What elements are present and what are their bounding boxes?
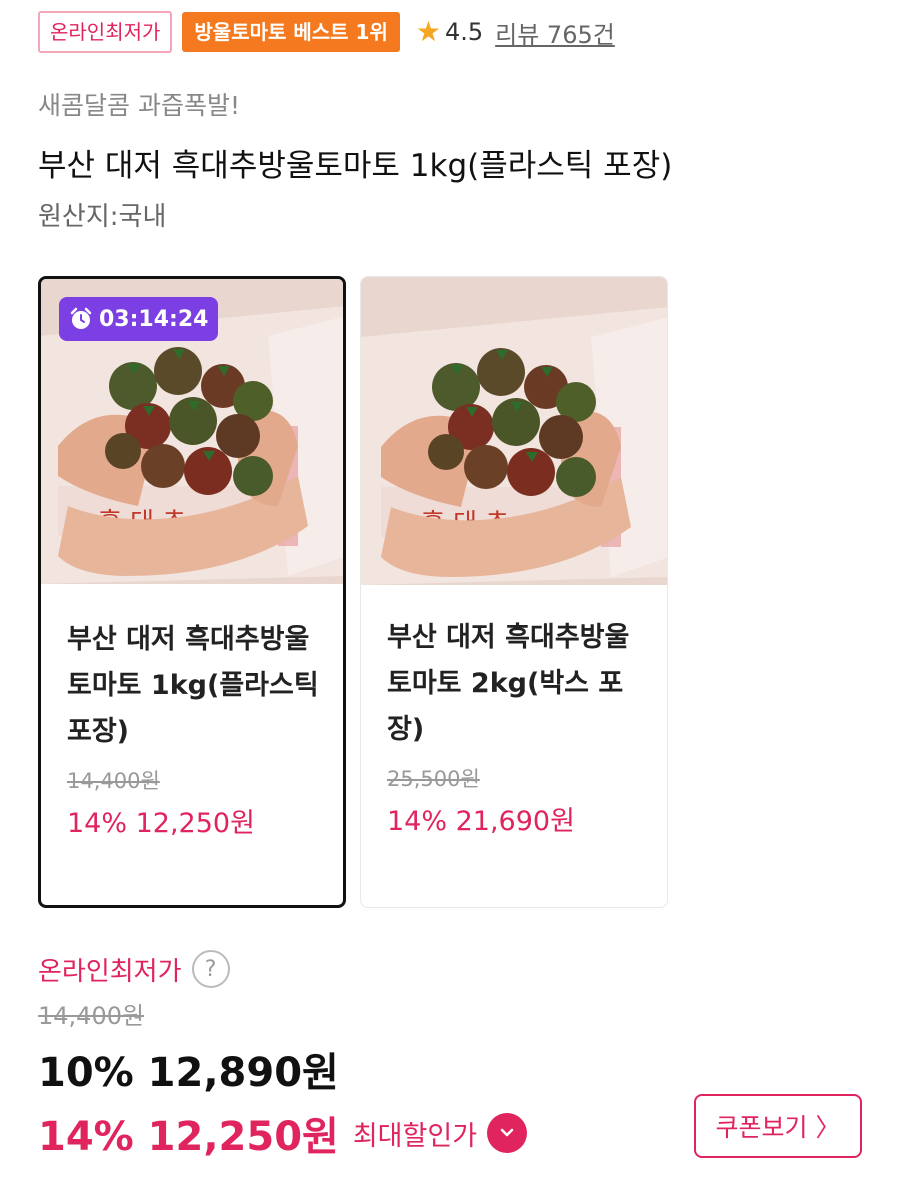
option-sale-price: 14% 21,690원 [387, 806, 575, 837]
option-name: 부산 대저 흑대추방울토마토 1kg(플라스틱 포장) [67, 624, 319, 747]
review-count-link[interactable]: 리뷰 765건 [495, 15, 615, 50]
product-origin: 원산지:국내 [38, 202, 167, 232]
alarm-clock-icon [70, 307, 92, 329]
lowest-price-badge: 온라인최저가 [38, 11, 173, 53]
rating-value: 4.5 [444, 18, 484, 46]
chevron-right-icon: 〉 [815, 1113, 841, 1142]
product-title: 부산 대저 흑대추방울토마토 1kg(플라스틱 포장) [38, 148, 673, 184]
max-discount-label: 최대할인가 [352, 1120, 478, 1152]
max-discount-price: 14% 12,250원 [38, 1114, 339, 1160]
option-info: 부산 대저 흑대추방울토마토 1kg(플라스틱 포장) 14,400원 14% … [67, 617, 327, 840]
badge-row: 온라인최저가 방울토마토 베스트 1위 ★ 4.5 리뷰 765건 [38, 10, 615, 54]
option-card-2kg[interactable]: 흑 대 추 부산 대저 흑대추방울토마토 2kg(박스 포장) 25,500원 … [360, 276, 668, 908]
chevron-down-icon[interactable] [487, 1113, 528, 1153]
coupon-button[interactable]: 쿠폰보기 〉 [694, 1094, 862, 1158]
option-original-price: 14,400원 [67, 769, 160, 793]
option-sale-price: 14% 12,250원 [67, 808, 255, 839]
discount-price: 10% 12,890원 [38, 1050, 339, 1096]
timer-value: 03:14:24 [99, 306, 209, 332]
option-name: 부산 대저 흑대추방울토마토 2kg(박스 포장) [387, 622, 630, 745]
lowest-price-label: 온라인최저가 ? [38, 950, 230, 988]
product-image: 흑 대 추 [361, 277, 667, 585]
best-rank-badge: 방울토마토 베스트 1위 [182, 12, 400, 52]
option-card-1kg[interactable]: 흑 대 추 03:14:24 부산 대저 흑대 [38, 276, 346, 908]
help-icon[interactable]: ? [191, 950, 230, 988]
countdown-timer: 03:14:24 [59, 297, 219, 341]
option-original-price: 25,500원 [387, 767, 480, 791]
max-discount-row: 14% 12,250원 최대할인가 [38, 1104, 528, 1162]
coupon-label: 쿠폰보기 [715, 1113, 808, 1142]
lowest-price-text: 온라인최저가 [38, 956, 182, 987]
star-icon: ★ [415, 15, 441, 48]
option-info: 부산 대저 흑대추방울토마토 2kg(박스 포장) 25,500원 14% 21… [387, 615, 651, 838]
original-price: 14,400원 [38, 1002, 145, 1030]
product-subtitle: 새콤달콤 과즙폭발! [38, 91, 240, 120]
